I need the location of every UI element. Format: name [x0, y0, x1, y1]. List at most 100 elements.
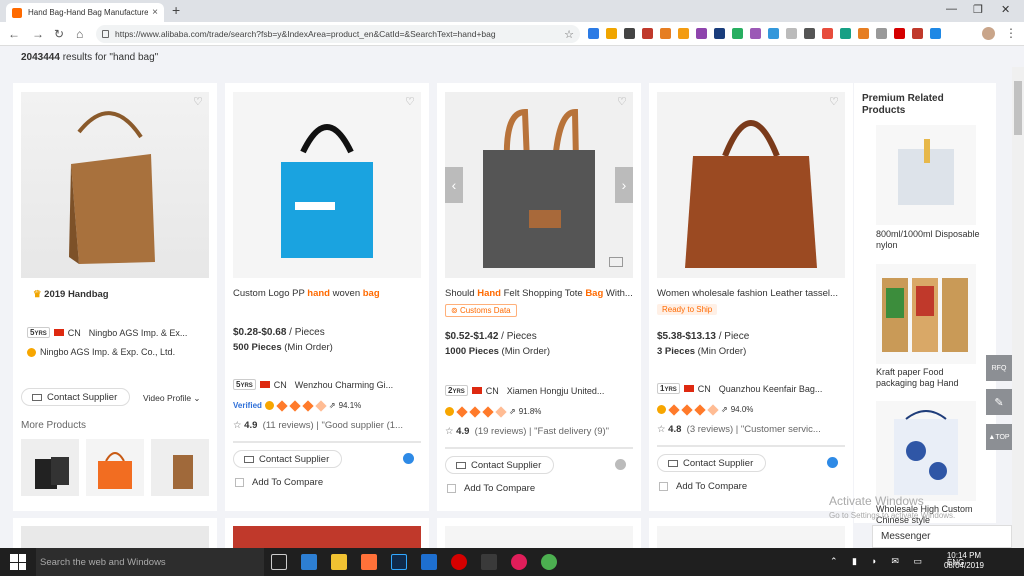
slack-icon[interactable] [511, 554, 527, 570]
extension-icon[interactable] [840, 28, 851, 39]
task-view-icon[interactable] [271, 554, 287, 570]
more-product-thumb[interactable] [21, 439, 79, 496]
supplier-full-name[interactable]: Ningbo AGS Imp. & Exp. Co., Ltd. [40, 347, 175, 357]
extension-icon[interactable] [696, 28, 707, 39]
photoshop-icon[interactable] [391, 554, 407, 570]
extension-icon[interactable] [822, 28, 833, 39]
extension-icon[interactable] [678, 28, 689, 39]
close-tab-icon[interactable]: × [152, 7, 158, 18]
compare-checkbox[interactable] [235, 478, 244, 487]
extension-icon[interactable] [624, 28, 635, 39]
product-title[interactable]: Should Hand Felt Shopping Tote Bag With.… [445, 288, 639, 299]
extension-icon[interactable] [588, 28, 599, 39]
extension-icon[interactable] [714, 28, 725, 39]
compare-checkbox[interactable] [659, 482, 668, 491]
compare-checkbox[interactable] [447, 484, 456, 493]
file-explorer-icon[interactable] [331, 554, 347, 570]
windows-start-icon[interactable] [10, 554, 26, 570]
chat-icon[interactable] [403, 453, 414, 464]
chat-icon[interactable] [615, 459, 626, 470]
related-product-image[interactable] [876, 401, 976, 501]
supplier-name[interactable]: Ningbo AGS Imp. & Ex... [89, 328, 188, 338]
extension-icon[interactable] [660, 28, 671, 39]
product-card-row2[interactable] [649, 518, 853, 550]
firefox-icon[interactable] [361, 554, 377, 570]
page-scrollbar[interactable] [1012, 67, 1024, 549]
rfq-button[interactable]: RFQ [986, 355, 1012, 381]
product-image[interactable] [21, 526, 209, 550]
profile-avatar[interactable] [982, 27, 995, 40]
extension-icon[interactable] [606, 28, 617, 39]
contact-supplier-button[interactable]: Contact Supplier [445, 456, 555, 474]
clock[interactable]: 10:14 PM 08/04/2019 [944, 551, 984, 571]
taskbar-search[interactable]: Search the web and Windows [36, 548, 264, 576]
extension-icon[interactable] [768, 28, 779, 39]
product-image[interactable] [21, 92, 209, 278]
contact-supplier-button[interactable]: Contact Supplier [657, 454, 767, 472]
favorite-heart-icon[interactable]: ♡ [829, 95, 839, 108]
contact-supplier-button[interactable]: Contact Supplier [233, 450, 343, 468]
more-product-thumb[interactable] [151, 439, 209, 496]
related-product-name[interactable]: 800ml/1000ml Disposable nylon [876, 229, 986, 251]
new-tab-button[interactable]: + [172, 2, 180, 18]
related-product-image[interactable] [876, 125, 976, 225]
favorite-heart-icon[interactable]: ♡ [617, 95, 627, 108]
supplier-name[interactable]: Quanzhou Keenfair Bag... [719, 384, 823, 394]
favorite-heart-icon[interactable]: ♡ [193, 95, 203, 108]
extension-icon[interactable] [642, 28, 653, 39]
restore-button[interactable]: ❐ [973, 3, 983, 16]
product-image[interactable] [445, 92, 633, 278]
close-window-button[interactable]: ✕ [1001, 3, 1010, 16]
bookmark-star-icon[interactable]: ☆ [564, 28, 574, 41]
edge-icon[interactable] [301, 554, 317, 570]
related-product-name[interactable]: Kraft paper Food packaging bag Hand [876, 367, 986, 389]
supplier-name[interactable]: Xiamen Hongju United... [507, 386, 605, 396]
more-product-thumb[interactable] [86, 439, 144, 496]
back-to-top-button[interactable]: ▲TOP [986, 424, 1012, 450]
review-count[interactable]: (11 reviews) [263, 420, 314, 431]
chrome-icon[interactable] [541, 554, 557, 570]
browser-tab[interactable]: Hand Bag-Hand Bag Manufacture × [6, 3, 164, 22]
supplier-name[interactable]: Wenzhou Charming Gi... [295, 380, 393, 390]
video-icon[interactable] [609, 257, 623, 267]
system-tray-icons[interactable]: ⌃ ▮ ◗ ✉ ▭ [830, 556, 928, 567]
extension-icon[interactable] [750, 28, 761, 39]
app-icon[interactable] [481, 554, 497, 570]
review-count[interactable]: (3 reviews) [687, 424, 733, 435]
home-icon[interactable]: ⌂ [76, 27, 83, 41]
scrollbar-thumb[interactable] [1014, 81, 1022, 135]
feedback-button[interactable]: ✎ [986, 389, 1012, 415]
chat-icon[interactable] [827, 457, 838, 468]
extension-icon[interactable] [876, 28, 887, 39]
extension-icon[interactable] [786, 28, 797, 39]
forward-icon[interactable]: → [32, 27, 44, 41]
carousel-next-icon[interactable]: › [615, 167, 633, 203]
product-image[interactable] [233, 92, 421, 278]
product-image[interactable] [657, 526, 845, 550]
extension-icon[interactable] [804, 28, 815, 39]
product-image[interactable] [657, 92, 845, 278]
address-bar[interactable]: https://www.alibaba.com/trade/search?fsb… [96, 25, 580, 43]
add-to-compare[interactable]: Add To Compare [659, 481, 747, 492]
product-card-row2[interactable] [13, 518, 217, 550]
minimize-button[interactable]: — [946, 3, 957, 15]
product-image[interactable] [233, 526, 421, 550]
video-profile-link[interactable]: Video Profile ⌄ [143, 393, 201, 404]
extension-icon[interactable] [912, 28, 923, 39]
opera-icon[interactable] [451, 554, 467, 570]
ie-icon[interactable] [421, 554, 437, 570]
carousel-prev-icon[interactable]: ‹ [445, 167, 463, 203]
favorite-heart-icon[interactable]: ♡ [405, 95, 415, 108]
product-title[interactable]: Women wholesale fashion Leather tassel..… [657, 288, 851, 299]
product-title[interactable]: Custom Logo PP hand woven bag [233, 288, 427, 299]
extension-icon[interactable] [930, 28, 941, 39]
reload-icon[interactable]: ↻ [54, 27, 64, 41]
messenger-widget[interactable]: Messenger [872, 525, 1012, 548]
product-card-row2[interactable] [437, 518, 641, 550]
product-image[interactable] [445, 526, 633, 550]
extension-icon[interactable] [894, 28, 905, 39]
product-card-row2[interactable] [225, 518, 429, 550]
back-icon[interactable]: ← [8, 27, 20, 41]
extension-icon[interactable] [858, 28, 869, 39]
add-to-compare[interactable]: Add To Compare [235, 477, 323, 488]
